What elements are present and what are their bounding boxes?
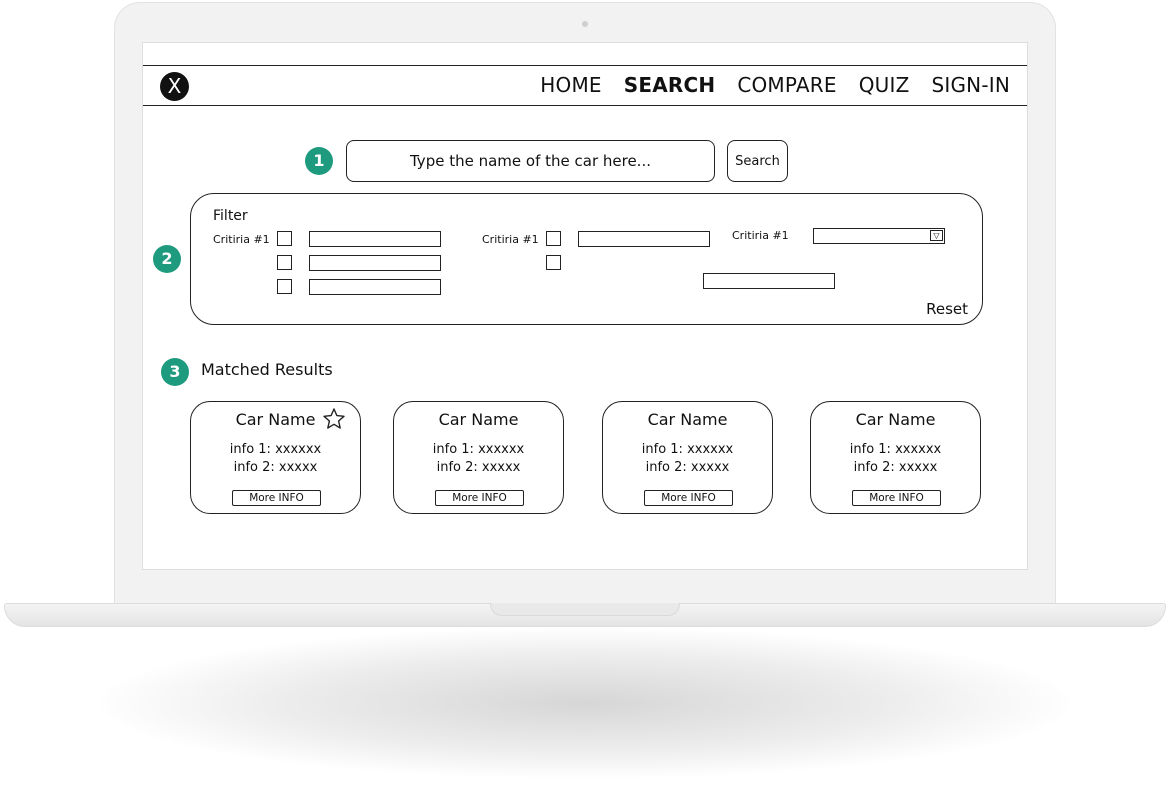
annotation-badge-2: 2: [153, 245, 181, 273]
nav-compare[interactable]: COMPARE: [737, 73, 836, 97]
filter-field-1b[interactable]: [309, 255, 441, 271]
more-info-button[interactable]: More INFO: [644, 490, 733, 506]
nav-sign-in[interactable]: SIGN-IN: [931, 73, 1010, 97]
chevron-down-icon: ▽: [930, 230, 943, 241]
laptop-base-notch: [490, 603, 680, 616]
card-name: Car Name: [855, 410, 936, 429]
card-info-1: info 1: xxxxxx: [229, 442, 322, 457]
filter-checkbox-2b[interactable]: [546, 255, 561, 270]
laptop-shadow: [100, 628, 1070, 778]
criteria-label-3: Critiria #1: [732, 229, 789, 242]
filter-checkbox-2a[interactable]: [546, 231, 561, 246]
reset-button[interactable]: Reset: [926, 300, 968, 318]
card-info-2: info 2: xxxxx: [233, 460, 318, 475]
navbar: X HOME SEARCH COMPARE QUIZ SIGN-IN: [143, 65, 1027, 106]
card-info-2: info 2: xxxxx: [436, 460, 521, 475]
criteria-label-2: Critiria #1: [482, 233, 539, 246]
filter-checkbox-1b[interactable]: [277, 255, 292, 270]
card-info-1: info 1: xxxxxx: [641, 442, 734, 457]
criteria-label-1: Critiria #1: [213, 233, 270, 246]
filter-dropdown[interactable]: ▽: [813, 228, 945, 244]
filter-title: Filter: [213, 208, 248, 224]
filter-field-1c[interactable]: [309, 279, 441, 295]
more-info-button[interactable]: More INFO: [852, 490, 941, 506]
filter-field-2a[interactable]: [578, 231, 710, 247]
nav-home[interactable]: HOME: [540, 73, 601, 97]
filter-checkbox-1c[interactable]: [277, 279, 292, 294]
annotation-badge-1: 1: [305, 147, 333, 175]
more-info-button[interactable]: More INFO: [435, 490, 524, 506]
annotation-badge-3: 3: [161, 358, 189, 386]
result-card: Car Name info 1: xxxxxx info 2: xxxxx Mo…: [602, 401, 773, 514]
laptop-screen: X HOME SEARCH COMPARE QUIZ SIGN-IN 1 2 3…: [142, 42, 1028, 570]
logo-icon[interactable]: X: [160, 72, 189, 101]
more-info-button[interactable]: More INFO: [232, 490, 321, 506]
search-input[interactable]: [346, 140, 715, 182]
card-info-2: info 2: xxxxx: [853, 460, 938, 475]
card-info-1: info 1: xxxxxx: [849, 442, 942, 457]
results-title: Matched Results: [201, 360, 333, 379]
nav-search[interactable]: SEARCH: [624, 73, 716, 97]
card-info-1: info 1: xxxxxx: [432, 442, 525, 457]
filter-field-3[interactable]: [703, 273, 835, 289]
camera-dot: [582, 21, 588, 27]
nav-links: HOME SEARCH COMPARE QUIZ SIGN-IN: [518, 66, 1010, 104]
star-icon[interactable]: [322, 407, 346, 431]
filter-field-1a[interactable]: [309, 231, 441, 247]
result-card: Car Name info 1: xxxxxx info 2: xxxxx Mo…: [393, 401, 564, 514]
filter-panel: Filter Critiria #1 Critiria #1 Critiria …: [190, 193, 983, 325]
search-button[interactable]: Search: [727, 140, 788, 182]
nav-quiz[interactable]: QUIZ: [859, 73, 910, 97]
filter-checkbox-1a[interactable]: [277, 231, 292, 246]
result-card: Car Name info 1: xxxxxx info 2: xxxxx Mo…: [810, 401, 981, 514]
result-card: Car Name info 1: xxxxxx info 2: xxxxx Mo…: [190, 401, 361, 514]
card-name: Car Name: [438, 410, 519, 429]
card-info-2: info 2: xxxxx: [645, 460, 730, 475]
card-name: Car Name: [647, 410, 728, 429]
